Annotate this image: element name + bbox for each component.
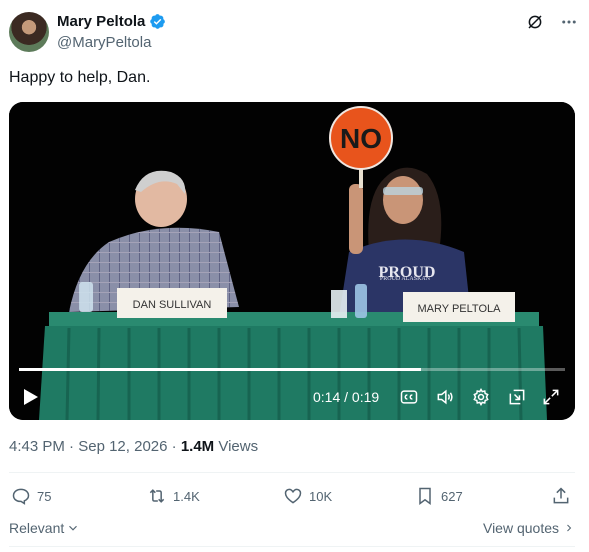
tweet-meta: 4:43 PM · Sep 12, 2026 · 1.4M Views	[9, 438, 259, 455]
shirt-text-small: PROUD ALASKAN	[380, 276, 431, 282]
reply-count: 75	[37, 488, 52, 504]
volume-icon[interactable]	[435, 387, 455, 407]
picture-in-picture-icon[interactable]	[507, 387, 527, 407]
video-progress-fill	[19, 368, 422, 371]
tweet-header: Mary Peltola @MaryPeltola	[9, 10, 579, 54]
reply-button[interactable]: 75	[11, 486, 51, 506]
tweet-date[interactable]: Sep 12, 2026	[78, 438, 167, 455]
video-frame: NO PROUD PROUD ALASKAN DAN SULLIVAN MARY…	[9, 102, 575, 420]
replies-footer: Relevant View quotes	[9, 520, 575, 540]
fullscreen-icon[interactable]	[541, 387, 561, 407]
video-progress-bar[interactable]	[19, 368, 565, 371]
bookmark-icon	[419, 487, 431, 505]
reply-icon	[12, 488, 30, 505]
views-label: Views	[218, 438, 259, 455]
video-player[interactable]: NO PROUD PROUD ALASKAN DAN SULLIVAN MARY…	[9, 102, 575, 420]
video-controls: 0:14 / 0:19	[9, 382, 575, 412]
bookmark-count: 627	[441, 488, 463, 504]
name-row: Mary Peltola	[57, 13, 166, 30]
tweet-actions: 75 1.4K 10K 627	[9, 486, 575, 510]
captions-icon[interactable]	[399, 387, 419, 407]
display-name[interactable]: Mary Peltola	[57, 13, 145, 30]
handle[interactable]: @MaryPeltola	[57, 34, 151, 51]
video-time: 0:14 / 0:19	[313, 389, 380, 405]
sort-dropdown[interactable]: Relevant	[9, 520, 80, 536]
like-button[interactable]: 10K	[283, 486, 332, 506]
no-sign-text: NO	[340, 123, 382, 154]
nameplate-right-text: MARY PELTOLA	[418, 303, 502, 315]
settings-gear-icon[interactable]	[471, 387, 491, 407]
repost-count: 1.4K	[173, 488, 200, 504]
header-actions	[525, 12, 579, 32]
tweet-time[interactable]: 4:43 PM	[9, 438, 65, 455]
nameplate-left-text: DAN SULLIVAN	[133, 299, 212, 311]
divider-top	[9, 472, 575, 473]
play-icon[interactable]	[23, 388, 39, 406]
tweet-text: Happy to help, Dan.	[9, 69, 151, 86]
divider-bottom	[9, 546, 575, 547]
share-icon	[553, 487, 569, 504]
repost-icon	[149, 489, 165, 503]
chevron-right-icon	[567, 524, 572, 532]
views-count: 1.4M	[180, 438, 215, 455]
sort-label: Relevant	[9, 520, 65, 536]
like-count: 10K	[309, 488, 333, 504]
grok-icon[interactable]	[525, 12, 545, 32]
repost-button[interactable]: 1.4K	[147, 486, 200, 506]
chevron-down-icon	[69, 525, 78, 531]
more-icon[interactable]	[559, 12, 579, 32]
avatar[interactable]	[9, 12, 49, 52]
view-quotes-label: View quotes	[482, 520, 559, 536]
heart-icon	[284, 488, 302, 504]
view-quotes-link[interactable]: View quotes	[483, 520, 575, 536]
share-button[interactable]	[551, 486, 571, 506]
verified-badge-icon	[150, 14, 166, 29]
bookmark-button[interactable]: 627	[415, 486, 463, 506]
